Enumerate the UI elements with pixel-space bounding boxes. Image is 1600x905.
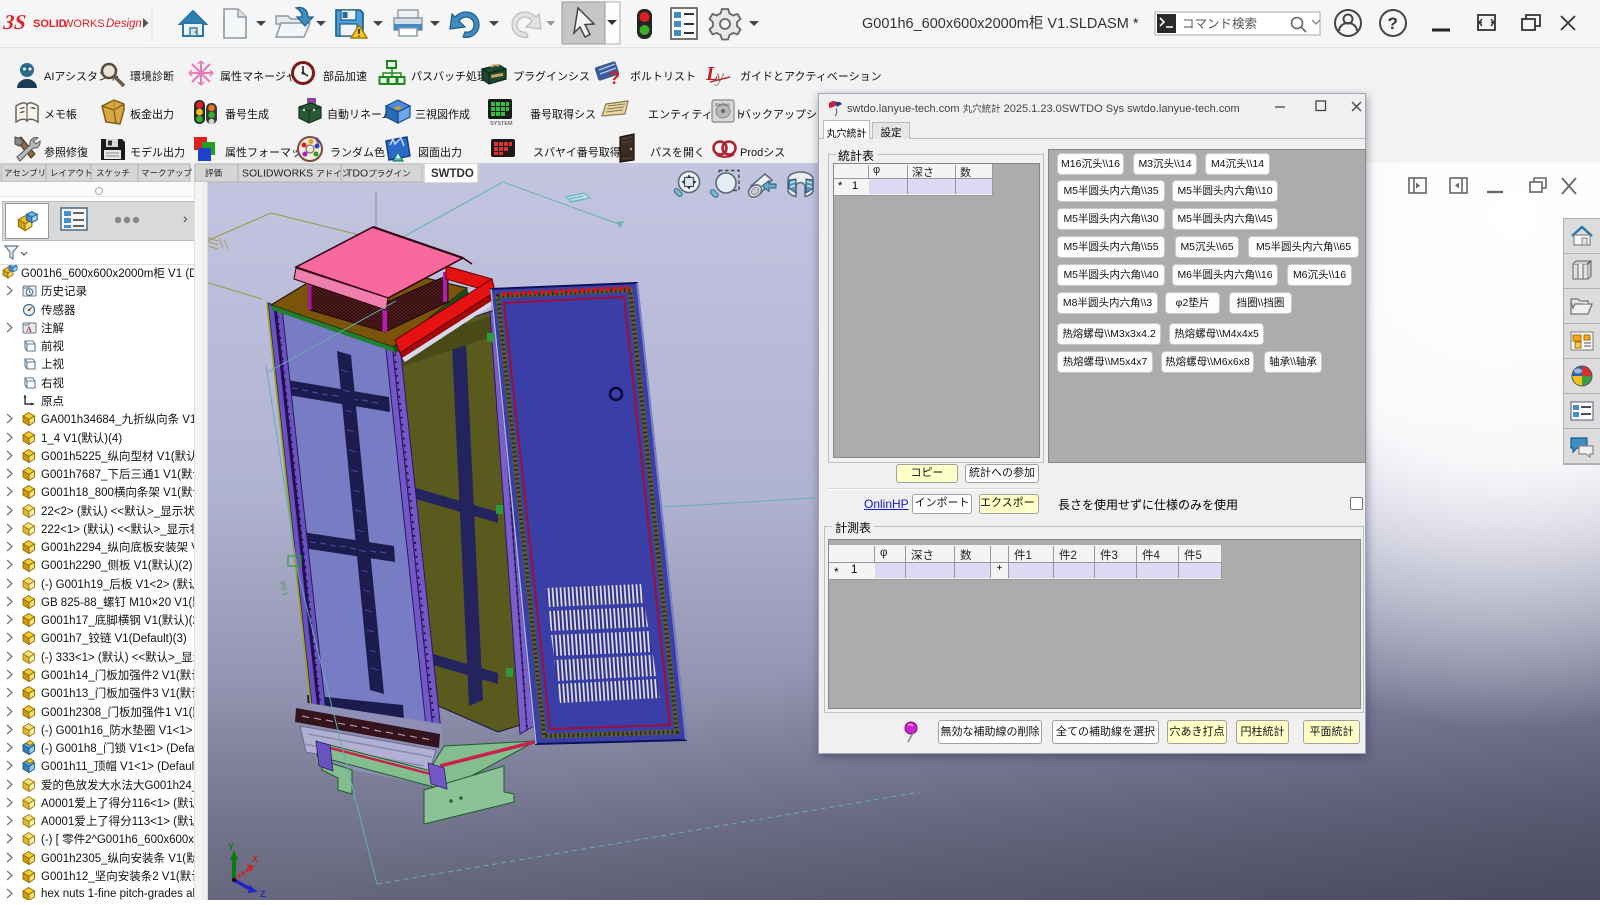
svg-text:y: y: [714, 66, 724, 86]
svg-text:モデル出力: モデル出力: [130, 145, 185, 159]
svg-text:自動リネーム: 自動リネーム: [327, 107, 393, 121]
svg-text:Backup: Backup: [715, 102, 731, 107]
svg-text:マークアップ: マークアップ: [141, 168, 193, 178]
svg-text:評価: 評価: [205, 168, 223, 178]
svg-text:環境診断: 環境診断: [130, 69, 174, 83]
svg-text:ランダム色: ランダム色: [330, 145, 385, 159]
svg-text:部品加速: 部品加速: [323, 69, 367, 83]
svg-text:TDOプラグイン: TDOプラグイン: [346, 168, 411, 180]
svg-text:Y: Y: [228, 842, 234, 852]
svg-text:G001h6_600x600x2000m柜 V1.SLDAS: G001h6_600x600x2000m柜 V1.SLDASM *: [862, 15, 1139, 32]
svg-text:スパヤイ番号取得: スパヤイ番号取得: [533, 146, 621, 159]
svg-text:板金出力: 板金出力: [130, 107, 174, 121]
svg-text:Prodシス: Prodシス: [740, 147, 785, 159]
svg-text:プラグインシス: プラグインシス: [513, 69, 590, 83]
svg-text:SWTDO: SWTDO: [431, 168, 474, 180]
svg-text:SOLID: SOLID: [33, 18, 67, 30]
svg-text:ボルトリスト: ボルトリスト: [630, 70, 696, 83]
svg-text:スケッチ: スケッチ: [96, 168, 130, 178]
svg-text:SYSTEM: SYSTEM: [490, 121, 513, 127]
svg-text:アセンブリ: アセンブリ: [4, 168, 46, 178]
svg-text:パスバッチ処理: パスバッチ処理: [411, 70, 488, 83]
svg-text:Design: Design: [106, 18, 142, 30]
svg-text:番号生成: 番号生成: [225, 107, 269, 121]
svg-text:図面出力: 図面出力: [418, 145, 462, 159]
svg-text:SOLIDWORKS アドイン: SOLIDWORKS アドイン: [242, 168, 350, 180]
svg-text:ガイドとアクティベーション: ガイドとアクティベーション: [740, 70, 882, 83]
svg-text:X: X: [252, 854, 258, 864]
svg-text:メモ帳: メモ帳: [44, 107, 77, 121]
svg-text:番号取得シス: 番号取得シス: [530, 108, 596, 121]
svg-text:パスを開く: パスを開く: [650, 146, 705, 159]
svg-text:Z: Z: [260, 889, 266, 899]
svg-text:?: ?: [609, 68, 620, 88]
svg-text:コマンド検索: コマンド検索: [1182, 17, 1257, 31]
svg-text:参照修復: 参照修復: [44, 145, 88, 159]
svg-text:?: ?: [1388, 14, 1398, 33]
svg-text:三視図作成: 三視図作成: [415, 107, 470, 121]
svg-text:WORKS: WORKS: [63, 18, 105, 30]
svg-text:レイアウト: レイアウト: [50, 168, 93, 178]
svg-text:3S: 3S: [1, 10, 27, 34]
svg-text:バックアップシス: バックアップシス: [740, 108, 828, 121]
